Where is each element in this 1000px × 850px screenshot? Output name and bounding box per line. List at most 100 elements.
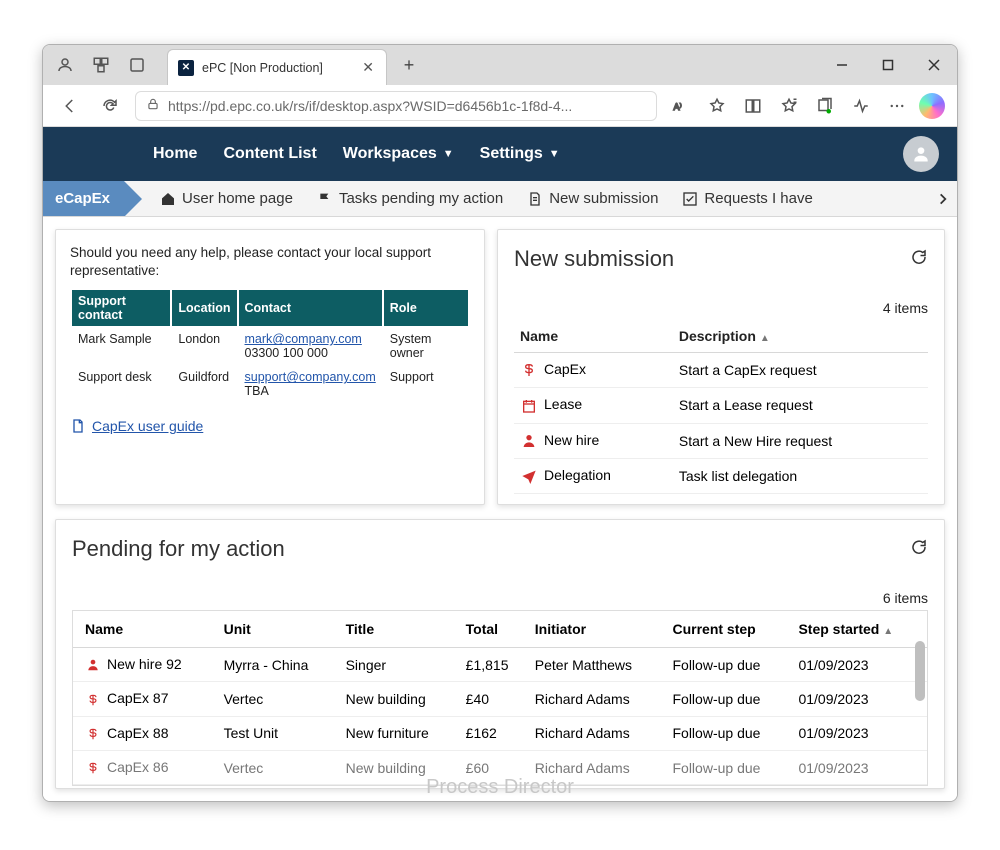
user-avatar-button[interactable]: [903, 136, 939, 172]
th-step[interactable]: Current step: [666, 611, 792, 648]
th-started[interactable]: Step started ▲: [792, 611, 927, 648]
refresh-icon[interactable]: [910, 538, 928, 561]
favorites-list-icon[interactable]: [775, 91, 803, 121]
new-submission-table: Name Description▲ CapExStart a CapEx req…: [514, 320, 928, 494]
support-row: Support desk Guildford support@company.c…: [72, 366, 468, 402]
tab-actions-icon[interactable]: [125, 53, 149, 77]
scrollbar-thumb[interactable]: [915, 641, 925, 701]
lock-icon: [146, 97, 160, 114]
th-unit[interactable]: Unit: [218, 611, 340, 648]
person-icon: [520, 432, 538, 450]
address-bar: https://pd.epc.co.uk/rs/if/desktop.aspx?…: [43, 85, 957, 127]
titlebar: ✕ ePC [Non Production] ✕ +: [43, 45, 957, 85]
collections-icon[interactable]: [811, 91, 839, 121]
pending-table: Name Unit Title Total Initiator Current …: [73, 611, 927, 785]
person-icon: [85, 657, 101, 673]
chevron-down-icon: ▼: [549, 148, 560, 160]
close-tab-icon[interactable]: ✕: [360, 57, 376, 78]
more-icon[interactable]: [883, 91, 911, 121]
pdf-icon: [70, 418, 86, 434]
sort-asc-icon: ▲: [760, 333, 770, 344]
ns-row[interactable]: New hireStart a New Hire request: [514, 423, 928, 458]
item-count: 6 items: [72, 590, 928, 606]
refresh-button[interactable]: [95, 91, 125, 121]
refresh-icon[interactable]: [910, 248, 928, 271]
sort-asc-icon: ▲: [883, 626, 893, 637]
breadcrumb-root[interactable]: eCapEx: [43, 181, 124, 216]
menu-home[interactable]: Home: [153, 145, 197, 163]
breadcrumb-scroll-right[interactable]: [929, 181, 957, 216]
pending-row[interactable]: CapEx 86VertecNew building£60Richard Ada…: [73, 751, 927, 785]
support-row: Mark Sample London mark@company.com03300…: [72, 328, 468, 364]
pending-row[interactable]: CapEx 87VertecNew building£40Richard Ada…: [73, 682, 927, 716]
tab-title: ePC [Non Production]: [202, 61, 352, 75]
help-message: Should you need any help, please contact…: [70, 244, 470, 280]
home-icon: [160, 191, 176, 207]
ns-row[interactable]: DelegationTask list delegation: [514, 458, 928, 493]
th-support-contact: Support contact: [72, 290, 170, 326]
flag-icon: [317, 191, 333, 207]
bc-new-submission[interactable]: New submission: [527, 190, 658, 207]
card-title: New submission: [514, 246, 674, 272]
copilot-icon[interactable]: [919, 93, 945, 119]
bc-user-home[interactable]: User home page: [160, 190, 293, 207]
new-submission-card: New submission 4 items Name Description▲…: [497, 229, 945, 505]
th-role: Role: [384, 290, 468, 326]
app-menubar: Home Content List Workspaces▼ Settings▼: [43, 127, 957, 181]
th-description[interactable]: Description▲: [673, 320, 928, 353]
svg-text:A⁾: A⁾: [674, 101, 682, 111]
bc-tasks-pending[interactable]: Tasks pending my action: [317, 190, 503, 207]
item-count: 4 items: [514, 300, 928, 316]
close-window-button[interactable]: [911, 45, 957, 85]
pending-row[interactable]: New hire 92Myrra - ChinaSinger£1,815Pete…: [73, 648, 927, 682]
menu-content-list[interactable]: Content List: [223, 145, 316, 163]
performance-icon[interactable]: [847, 91, 875, 121]
email-link[interactable]: mark@company.com: [245, 332, 362, 346]
breadcrumb-strip: eCapEx User home page Tasks pending my a…: [43, 181, 957, 217]
menu-settings[interactable]: Settings▼: [480, 145, 560, 163]
dollar-icon: [85, 726, 101, 742]
profile-icon[interactable]: [53, 53, 77, 77]
chevron-down-icon: ▼: [443, 148, 454, 160]
dollar-icon: [85, 692, 101, 708]
th-name[interactable]: Name: [73, 611, 218, 648]
pending-row[interactable]: CapEx 88Test UnitNew furniture£162Richar…: [73, 716, 927, 750]
th-contact: Contact: [239, 290, 382, 326]
maximize-button[interactable]: [865, 45, 911, 85]
bc-requests[interactable]: Requests I have: [682, 190, 812, 207]
new-tab-button[interactable]: +: [395, 51, 423, 79]
dollar-icon: [520, 361, 538, 379]
support-table: Support contact Location Contact Role Ma…: [70, 288, 470, 404]
th-total[interactable]: Total: [460, 611, 529, 648]
checkbox-icon: [682, 191, 698, 207]
back-button[interactable]: [55, 91, 85, 121]
email-link[interactable]: support@company.com: [245, 370, 376, 384]
tab-favicon-icon: ✕: [178, 60, 194, 76]
ns-row[interactable]: CapExStart a CapEx request: [514, 353, 928, 388]
dollar-icon: [85, 760, 101, 776]
th-initiator[interactable]: Initiator: [529, 611, 667, 648]
document-icon: [527, 191, 543, 207]
card-title: Pending for my action: [72, 536, 285, 562]
th-location: Location: [172, 290, 236, 326]
workspaces-icon[interactable]: [89, 53, 113, 77]
calendar-icon: [520, 397, 538, 415]
plane-icon: [520, 467, 538, 485]
pending-card: Pending for my action 6 items Name Unit …: [55, 519, 945, 789]
menu-workspaces[interactable]: Workspaces▼: [343, 145, 454, 163]
read-aloud-icon[interactable]: A⁾: [667, 91, 695, 121]
user-guide-link[interactable]: CapEx user guide: [70, 418, 470, 434]
url-text: https://pd.epc.co.uk/rs/if/desktop.aspx?…: [168, 98, 646, 114]
url-box[interactable]: https://pd.epc.co.uk/rs/if/desktop.aspx?…: [135, 91, 657, 121]
th-name[interactable]: Name: [514, 320, 673, 353]
help-card: Should you need any help, please contact…: [55, 229, 485, 505]
browser-window: ✕ ePC [Non Production] ✕ + https://pd.ep…: [42, 44, 958, 802]
pending-scroll: Name Unit Title Total Initiator Current …: [72, 610, 928, 786]
browser-tab[interactable]: ✕ ePC [Non Production] ✕: [167, 49, 387, 85]
content-area: Should you need any help, please contact…: [43, 217, 957, 801]
minimize-button[interactable]: [819, 45, 865, 85]
th-title[interactable]: Title: [340, 611, 460, 648]
ns-row[interactable]: LeaseStart a Lease request: [514, 388, 928, 423]
favorite-icon[interactable]: [703, 91, 731, 121]
split-screen-icon[interactable]: [739, 91, 767, 121]
